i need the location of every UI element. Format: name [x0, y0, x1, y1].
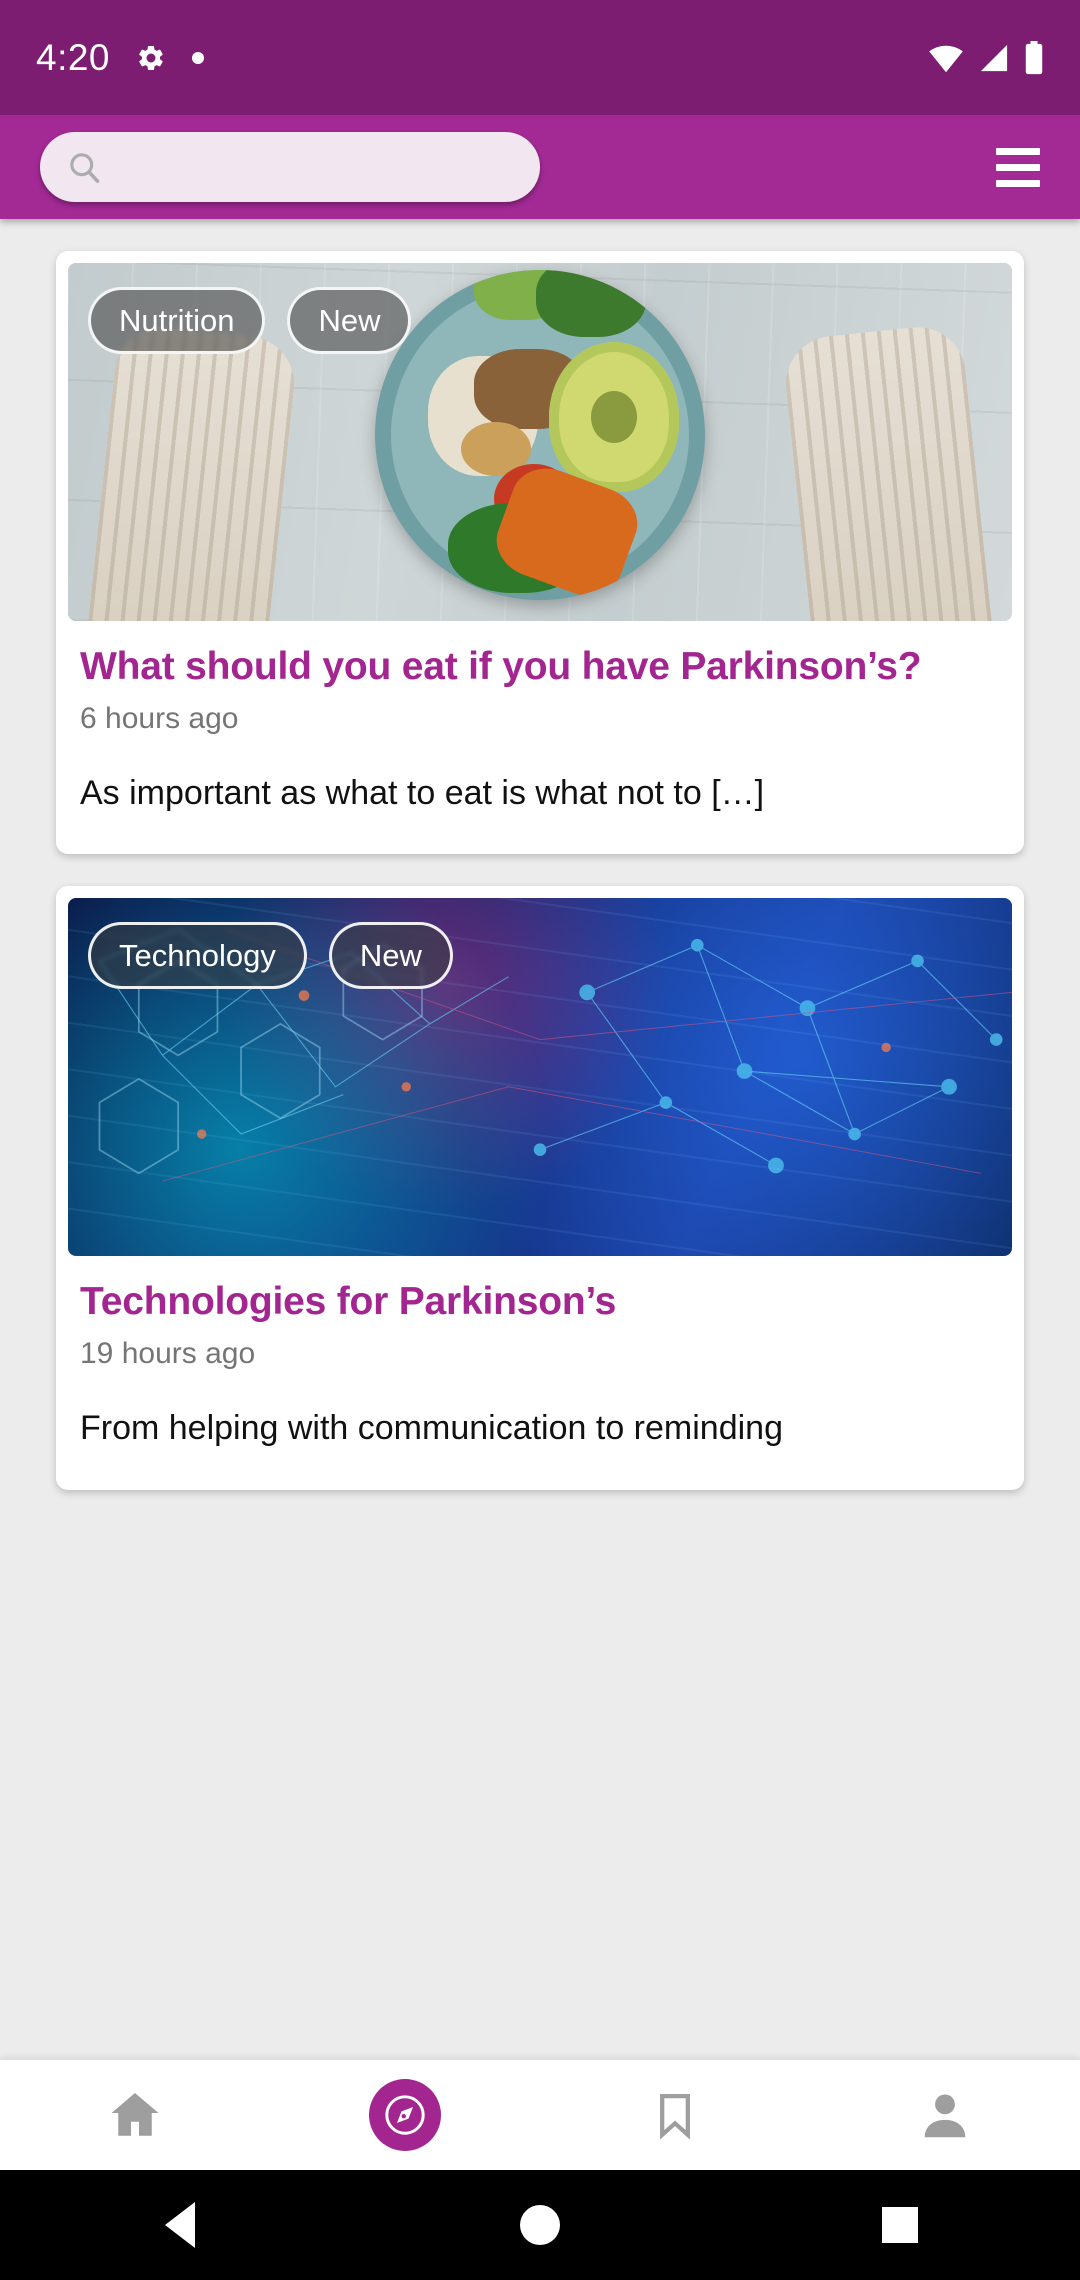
status-bar-right	[928, 40, 1044, 75]
card-tags: Technology New	[88, 922, 453, 990]
nav-item-bookmarks[interactable]	[540, 2060, 810, 2170]
status-time: 4:20	[36, 36, 111, 78]
card-image: Nutrition New	[68, 263, 1012, 621]
active-indicator	[369, 2079, 441, 2151]
nav-item-profile[interactable]	[810, 2060, 1080, 2170]
person-icon	[924, 2094, 966, 2138]
menu-line-2	[996, 163, 1040, 171]
tag-category[interactable]: Nutrition	[88, 287, 266, 354]
search-icon	[70, 153, 100, 183]
hamburger-menu-icon[interactable]	[982, 131, 1054, 203]
card-excerpt: As important as what to eat is what not …	[80, 773, 765, 812]
home-circle-icon	[520, 2205, 560, 2245]
nav-item-explore[interactable]	[270, 2060, 540, 2170]
gear-icon	[139, 45, 163, 70]
recents-square-icon	[882, 2207, 918, 2243]
battery-icon	[1025, 40, 1043, 74]
tag-new[interactable]: New	[287, 287, 412, 354]
card-excerpt: From helping with communication to remin…	[80, 1409, 783, 1448]
article-feed[interactable]: Nutrition New What should you eat if you…	[0, 219, 1080, 2060]
bottom-navigation	[0, 2060, 1080, 2170]
status-bar: 4:20	[0, 0, 1080, 115]
home-icon	[111, 2093, 159, 2136]
app-bar	[0, 115, 1080, 219]
recents-button[interactable]	[720, 2207, 1080, 2243]
wifi-icon	[929, 45, 963, 72]
menu-line-1	[996, 147, 1040, 155]
article-card[interactable]: Nutrition New What should you eat if you…	[56, 251, 1024, 855]
back-triangle-icon	[165, 2202, 195, 2248]
dot-indicator-icon	[192, 51, 205, 64]
tag-category[interactable]: Technology	[88, 922, 307, 990]
search-input[interactable]	[116, 149, 514, 185]
menu-line-3	[996, 179, 1040, 187]
card-body: What should you eat if you have Parkinso…	[56, 621, 1024, 854]
card-body: Technologies for Parkinson’s 19 hours ag…	[56, 1256, 1024, 1489]
home-button[interactable]	[360, 2205, 720, 2245]
nav-item-home[interactable]	[0, 2060, 270, 2170]
system-navigation-bar	[0, 2170, 1080, 2280]
card-tags: Nutrition New	[88, 287, 412, 354]
card-image: Technology New	[68, 898, 1012, 1257]
status-bar-left: 4:20	[36, 36, 205, 79]
article-card[interactable]: Technology New Technologies for Parkinso…	[56, 886, 1024, 1490]
search-bar[interactable]	[40, 132, 540, 202]
card-timestamp: 19 hours ago	[80, 1337, 256, 1371]
signal-icon	[980, 44, 1008, 71]
card-timestamp: 6 hours ago	[80, 701, 239, 735]
card-title[interactable]: Technologies for Parkinson’s	[80, 1280, 1000, 1325]
compass-icon	[385, 2095, 425, 2135]
phone-screen: 4:20 Nutrition New What should you eat i…	[0, 0, 1080, 2280]
back-button[interactable]	[0, 2202, 360, 2248]
card-title[interactable]: What should you eat if you have Parkinso…	[80, 645, 1000, 690]
tag-new[interactable]: New	[328, 922, 453, 990]
bookmark-icon	[660, 2093, 690, 2140]
